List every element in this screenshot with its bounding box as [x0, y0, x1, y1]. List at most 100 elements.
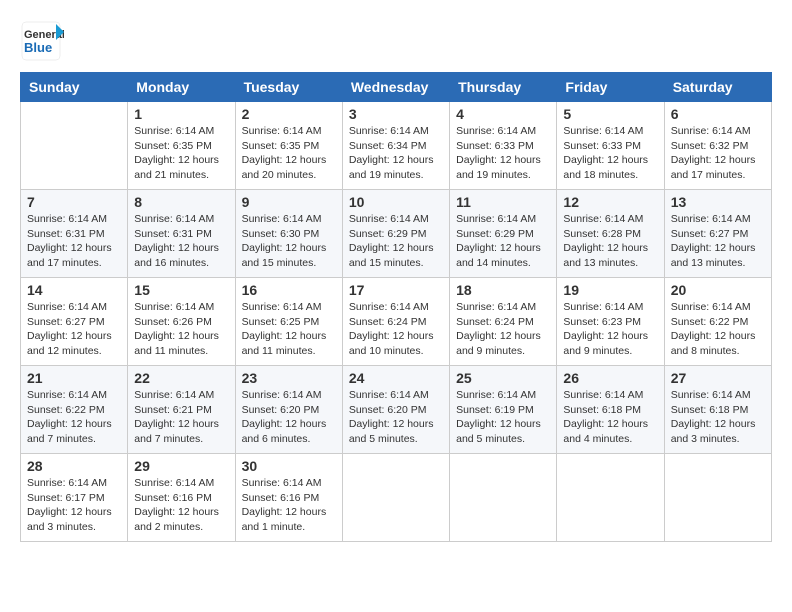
generalblue-logo-icon: General Blue [20, 20, 64, 64]
calendar-cell: 27 Sunrise: 6:14 AMSunset: 6:18 PMDayligh… [664, 366, 771, 454]
cell-info: Sunrise: 6:14 AMSunset: 6:16 PMDaylight:… [134, 476, 228, 535]
calendar-cell: 15 Sunrise: 6:14 AMSunset: 6:26 PMDayligh… [128, 278, 235, 366]
cell-info: Sunrise: 6:14 AMSunset: 6:24 PMDaylight:… [456, 300, 550, 359]
calendar-cell: 25 Sunrise: 6:14 AMSunset: 6:19 PMDayligh… [450, 366, 557, 454]
calendar-cell: 16 Sunrise: 6:14 AMSunset: 6:25 PMDayligh… [235, 278, 342, 366]
day-number: 20 [671, 282, 765, 298]
day-number: 29 [134, 458, 228, 474]
day-number: 7 [27, 194, 121, 210]
day-number: 22 [134, 370, 228, 386]
calendar-cell: 9Sunrise: 6:14 AMSunset: 6:30 PMDaylight… [235, 190, 342, 278]
day-number: 21 [27, 370, 121, 386]
calendar-cell: 20 Sunrise: 6:14 AMSunset: 6:22 PMDayligh… [664, 278, 771, 366]
calendar-cell: 11 Sunrise: 6:14 AMSunset: 6:29 PMDayligh… [450, 190, 557, 278]
day-number: 11 [456, 194, 550, 210]
calendar-cell: 13 Sunrise: 6:14 AMSunset: 6:27 PMDayligh… [664, 190, 771, 278]
logo: General Blue [20, 20, 64, 64]
day-number: 15 [134, 282, 228, 298]
cell-info: Sunrise: 6:14 AMSunset: 6:32 PMDaylight:… [671, 124, 765, 183]
calendar-cell: 21 Sunrise: 6:14 AMSunset: 6:22 PMDayligh… [21, 366, 128, 454]
cell-info: Sunrise: 6:14 AMSunset: 6:26 PMDaylight:… [134, 300, 228, 359]
cell-info: Sunrise: 6:14 AMSunset: 6:17 PMDaylight:… [27, 476, 121, 535]
calendar-cell: 19 Sunrise: 6:14 AMSunset: 6:23 PMDayligh… [557, 278, 664, 366]
calendar-cell [664, 454, 771, 542]
calendar-cell: 1 Sunrise: 6:14 AMSunset: 6:35 PMDaylight… [128, 102, 235, 190]
day-number: 10 [349, 194, 443, 210]
day-number: 6 [671, 106, 765, 122]
day-number: 23 [242, 370, 336, 386]
cell-info: Sunrise: 6:14 AMSunset: 6:21 PMDaylight:… [134, 388, 228, 447]
col-header-wednesday: Wednesday [342, 73, 449, 102]
day-number: 19 [563, 282, 657, 298]
calendar-cell: 8 Sunrise: 6:14 AMSunset: 6:31 PMDaylight… [128, 190, 235, 278]
day-number: 27 [671, 370, 765, 386]
cell-info: Sunrise: 6:14 AMSunset: 6:20 PMDaylight:… [242, 388, 336, 447]
cell-info: Sunrise: 6:14 AMSunset: 6:33 PMDaylight:… [456, 124, 550, 183]
calendar-cell: 29 Sunrise: 6:14 AMSunset: 6:16 PMDayligh… [128, 454, 235, 542]
cell-info: Sunrise: 6:14 AMSunset: 6:27 PMDaylight:… [27, 300, 121, 359]
calendar-cell: 2 Sunrise: 6:14 AMSunset: 6:35 PMDaylight… [235, 102, 342, 190]
svg-text:Blue: Blue [24, 40, 52, 55]
calendar-cell: 10 Sunrise: 6:14 AMSunset: 6:29 PMDayligh… [342, 190, 449, 278]
cell-info: Sunrise: 6:14 AMSunset: 6:27 PMDaylight:… [671, 212, 765, 271]
day-number: 14 [27, 282, 121, 298]
calendar-cell: 6 Sunrise: 6:14 AMSunset: 6:32 PMDaylight… [664, 102, 771, 190]
cell-info: Sunrise: 6:14 AMSunset: 6:33 PMDaylight:… [563, 124, 657, 183]
calendar-cell: 26Sunrise: 6:14 AMSunset: 6:18 PMDayligh… [557, 366, 664, 454]
col-header-sunday: Sunday [21, 73, 128, 102]
cell-info: Sunrise: 6:14 AMSunset: 6:18 PMDaylight:… [671, 388, 765, 447]
day-number: 16 [242, 282, 336, 298]
day-number: 30 [242, 458, 336, 474]
calendar-table: SundayMondayTuesdayWednesdayThursdayFrid… [20, 72, 772, 542]
day-number: 5 [563, 106, 657, 122]
calendar-cell: 5 Sunrise: 6:14 AMSunset: 6:33 PMDaylight… [557, 102, 664, 190]
page-header: General Blue [20, 20, 772, 64]
day-number: 24 [349, 370, 443, 386]
calendar-cell: 3 Sunrise: 6:14 AMSunset: 6:34 PMDaylight… [342, 102, 449, 190]
cell-info: Sunrise: 6:14 AMSunset: 6:22 PMDaylight:… [27, 388, 121, 447]
calendar-cell: 12Sunrise: 6:14 AMSunset: 6:28 PMDayligh… [557, 190, 664, 278]
cell-info: Sunrise: 6:14 AMSunset: 6:35 PMDaylight:… [134, 124, 228, 183]
cell-info: Sunrise: 6:14 AMSunset: 6:35 PMDaylight:… [242, 124, 336, 183]
col-header-thursday: Thursday [450, 73, 557, 102]
calendar-cell [450, 454, 557, 542]
cell-info: Sunrise: 6:14 AMSunset: 6:30 PMDaylight:… [242, 212, 336, 271]
day-number: 4 [456, 106, 550, 122]
calendar-cell: 30 Sunrise: 6:14 AMSunset: 6:16 PMDayligh… [235, 454, 342, 542]
col-header-friday: Friday [557, 73, 664, 102]
cell-info: Sunrise: 6:14 AMSunset: 6:31 PMDaylight:… [27, 212, 121, 271]
col-header-monday: Monday [128, 73, 235, 102]
cell-info: Sunrise: 6:14 AMSunset: 6:31 PMDaylight:… [134, 212, 228, 271]
cell-info: Sunrise: 6:14 AMSunset: 6:24 PMDaylight:… [349, 300, 443, 359]
day-number: 28 [27, 458, 121, 474]
day-number: 18 [456, 282, 550, 298]
cell-info: Sunrise: 6:14 AMSunset: 6:19 PMDaylight:… [456, 388, 550, 447]
calendar-cell: 18 Sunrise: 6:14 AMSunset: 6:24 PMDayligh… [450, 278, 557, 366]
calendar-cell: 7 Sunrise: 6:14 AMSunset: 6:31 PMDaylight… [21, 190, 128, 278]
cell-info: Sunrise: 6:14 AMSunset: 6:29 PMDaylight:… [456, 212, 550, 271]
cell-info: Sunrise: 6:14 AMSunset: 6:20 PMDaylight:… [349, 388, 443, 447]
cell-info: Sunrise: 6:14 AMSunset: 6:16 PMDaylight:… [242, 476, 336, 535]
calendar-cell: 14 Sunrise: 6:14 AMSunset: 6:27 PMDayligh… [21, 278, 128, 366]
calendar-cell [21, 102, 128, 190]
col-header-tuesday: Tuesday [235, 73, 342, 102]
cell-info: Sunrise: 6:14 AMSunset: 6:25 PMDaylight:… [242, 300, 336, 359]
day-number: 2 [242, 106, 336, 122]
calendar-cell: 22 Sunrise: 6:14 AMSunset: 6:21 PMDayligh… [128, 366, 235, 454]
day-number: 8 [134, 194, 228, 210]
cell-info: Sunrise: 6:14 AMSunset: 6:22 PMDaylight:… [671, 300, 765, 359]
day-number: 1 [134, 106, 228, 122]
cell-info: Sunrise: 6:14 AMSunset: 6:28 PMDaylight:… [563, 212, 657, 271]
day-number: 25 [456, 370, 550, 386]
day-number: 13 [671, 194, 765, 210]
calendar-cell: 24 Sunrise: 6:14 AMSunset: 6:20 PMDayligh… [342, 366, 449, 454]
cell-info: Sunrise: 6:14 AMSunset: 6:29 PMDaylight:… [349, 212, 443, 271]
cell-info: Sunrise: 6:14 AMSunset: 6:18 PMDaylight:… [563, 388, 657, 447]
cell-info: Sunrise: 6:14 AMSunset: 6:23 PMDaylight:… [563, 300, 657, 359]
calendar-cell [342, 454, 449, 542]
col-header-saturday: Saturday [664, 73, 771, 102]
calendar-cell: 23 Sunrise: 6:14 AMSunset: 6:20 PMDayligh… [235, 366, 342, 454]
cell-info: Sunrise: 6:14 AMSunset: 6:34 PMDaylight:… [349, 124, 443, 183]
calendar-cell: 17Sunrise: 6:14 AMSunset: 6:24 PMDayligh… [342, 278, 449, 366]
day-number: 3 [349, 106, 443, 122]
